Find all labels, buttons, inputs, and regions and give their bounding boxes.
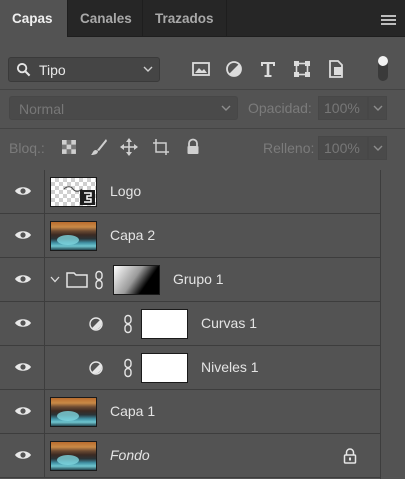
layer-name: Capa 2 — [110, 227, 156, 243]
eye-icon — [15, 187, 31, 195]
filter-kind-label: Tipo — [39, 62, 66, 78]
eye-icon — [15, 407, 31, 415]
visibility-toggle[interactable] — [0, 434, 45, 478]
layer-mask-thumbnail[interactable] — [113, 265, 160, 295]
opacity-input[interactable]: 100% — [318, 96, 368, 120]
type-filter-icon[interactable] — [258, 59, 278, 79]
eye-icon — [15, 451, 31, 459]
link-icon[interactable] — [123, 358, 133, 378]
chevron-down-icon — [373, 145, 383, 151]
panel-tab-bar: Capas Canales Trazados — [0, 0, 405, 38]
tab-channels[interactable]: Canales — [68, 0, 143, 37]
layers-panel: Tipo Normal Opacidad: 100% Bloq.: Rellen… — [0, 37, 405, 479]
eye-icon — [15, 275, 31, 283]
eye-icon — [15, 231, 31, 239]
layer-row[interactable]: Capa 1 — [0, 390, 380, 434]
layer-thumbnail[interactable] — [50, 441, 97, 471]
visibility-toggle[interactable] — [0, 302, 45, 346]
lock-label: Bloq.: — [9, 140, 45, 156]
visibility-toggle[interactable] — [0, 390, 45, 434]
lock-image-pixels-icon[interactable] — [90, 138, 108, 156]
visibility-toggle[interactable] — [0, 346, 45, 390]
link-icon[interactable] — [123, 314, 133, 334]
lock-position-icon[interactable] — [120, 138, 138, 156]
layer-row[interactable]: Logo — [0, 170, 380, 214]
fill-label: Relleno: — [263, 140, 315, 156]
lock-icon[interactable] — [343, 448, 357, 464]
layer-mask-thumbnail[interactable] — [141, 309, 188, 339]
lock-row: Bloq.: Relleno: 100% — [0, 132, 405, 162]
layer-row[interactable]: Curvas 1 — [0, 302, 380, 346]
fill-input[interactable]: 100% — [318, 136, 368, 160]
layer-row[interactable]: Fondo — [0, 434, 380, 478]
divider — [0, 89, 405, 90]
lock-transparent-pixels-icon[interactable] — [60, 138, 78, 156]
layer-name: Niveles 1 — [201, 359, 259, 375]
link-icon[interactable] — [94, 270, 104, 290]
panel-menu-icon[interactable] — [381, 15, 396, 25]
eye-icon — [15, 319, 31, 327]
smart-object-badge-icon — [63, 186, 95, 205]
chevron-down-icon — [143, 66, 153, 72]
lock-all-icon[interactable] — [184, 138, 202, 156]
layer-mask-thumbnail[interactable] — [141, 353, 188, 383]
filter-kind-select[interactable]: Tipo — [8, 57, 160, 82]
layer-row[interactable]: Capa 2 — [0, 214, 380, 258]
chevron-down-icon — [221, 105, 231, 111]
tab-layers[interactable]: Capas — [0, 0, 68, 38]
chevron-down-icon[interactable] — [50, 276, 60, 283]
layer-thumbnail[interactable] — [50, 221, 97, 251]
layer-row[interactable]: Niveles 1 — [0, 346, 380, 390]
layer-name: Grupo 1 — [173, 271, 224, 287]
blend-row: Normal Opacidad: 100% — [0, 92, 405, 122]
folder-icon — [66, 272, 88, 288]
layer-name: Fondo — [110, 447, 150, 463]
visibility-toggle[interactable] — [0, 170, 45, 214]
opacity-dropdown[interactable] — [368, 96, 387, 120]
layer-row[interactable]: Grupo 1 — [0, 258, 380, 302]
blend-mode-select[interactable]: Normal — [9, 96, 238, 120]
layer-name: Capa 1 — [110, 403, 156, 419]
filter-toggle-switch[interactable] — [378, 56, 388, 81]
layer-list: Logo Capa 2 Grupo 1 Curvas 1 Niveles 1 C… — [0, 170, 405, 479]
layer-thumbnail[interactable] — [50, 397, 97, 427]
adjustment-layer-icon[interactable] — [89, 317, 103, 331]
image-filter-icon[interactable] — [191, 59, 211, 79]
shape-filter-icon[interactable] — [292, 59, 312, 79]
visibility-toggle[interactable] — [0, 258, 45, 302]
eye-icon — [15, 363, 31, 371]
opacity-label: Opacidad: — [248, 100, 312, 116]
chevron-down-icon — [373, 105, 383, 111]
layer-name: Logo — [110, 183, 142, 199]
tab-paths[interactable]: Trazados — [143, 0, 227, 37]
layer-name: Curvas 1 — [201, 315, 258, 331]
fill-dropdown[interactable] — [368, 136, 387, 160]
divider — [0, 128, 405, 129]
adjustment-filter-icon[interactable] — [224, 59, 244, 79]
layer-filter-bar: Tipo — [0, 37, 405, 89]
smart-object-filter-icon[interactable] — [326, 59, 346, 79]
blend-mode-value: Normal — [19, 101, 65, 117]
lock-artboard-icon[interactable] — [152, 138, 170, 156]
adjustment-layer-icon[interactable] — [89, 361, 103, 375]
layer-thumbnail[interactable] — [50, 177, 97, 207]
search-icon — [16, 62, 31, 77]
scrollbar-track[interactable] — [380, 170, 405, 479]
visibility-toggle[interactable] — [0, 214, 45, 258]
